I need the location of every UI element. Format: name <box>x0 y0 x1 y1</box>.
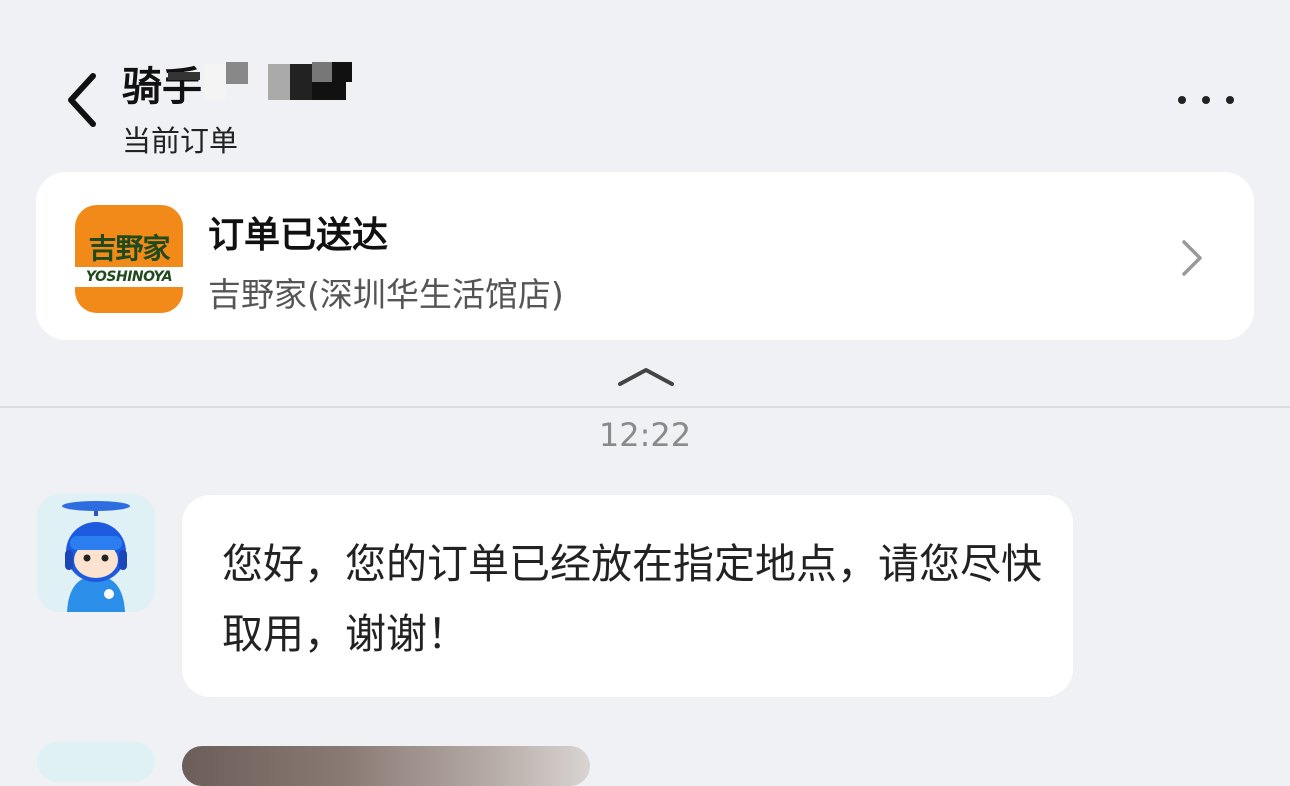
redacted-name-mosaic <box>162 58 362 108</box>
collapse-chevron-icon <box>618 368 674 386</box>
image-message[interactable] <box>182 746 590 786</box>
logo-english-text: YOSHINOYA <box>85 269 173 285</box>
rider-avatar[interactable] <box>37 742 155 782</box>
order-status-text: 订单已送达 <box>208 215 389 256</box>
more-dots-icon <box>1178 96 1186 104</box>
chat-header: 骑手 当前订单 <box>0 0 1290 170</box>
store-name: 吉野家(深圳华生活馆店) <box>208 275 564 314</box>
store-logo: 吉野家 YOSHINOYA <box>75 205 183 313</box>
logo-chinese-text: 吉野家 <box>88 232 170 265</box>
chevron-right-icon <box>1176 238 1206 278</box>
current-order-label: 当前订单 <box>122 124 239 158</box>
rider-avatar[interactable] <box>37 494 155 612</box>
rider-avatar-image <box>62 501 130 612</box>
divider <box>0 406 1290 408</box>
collapse-button[interactable] <box>616 364 676 394</box>
message-text: 您好，您的订单已经放在指定地点，请您尽快取用，谢谢！ <box>222 540 1042 658</box>
back-button[interactable] <box>55 68 115 132</box>
order-status-card[interactable]: 吉野家 YOSHINOYA 订单已送达 吉野家(深圳华生活馆店) <box>36 172 1254 340</box>
message-timestamp: 12:22 <box>598 416 692 454</box>
more-options-button[interactable] <box>1178 82 1234 118</box>
back-chevron-icon <box>68 73 96 127</box>
message-bubble[interactable]: 您好，您的订单已经放在指定地点，请您尽快取用，谢谢！ <box>182 495 1073 697</box>
